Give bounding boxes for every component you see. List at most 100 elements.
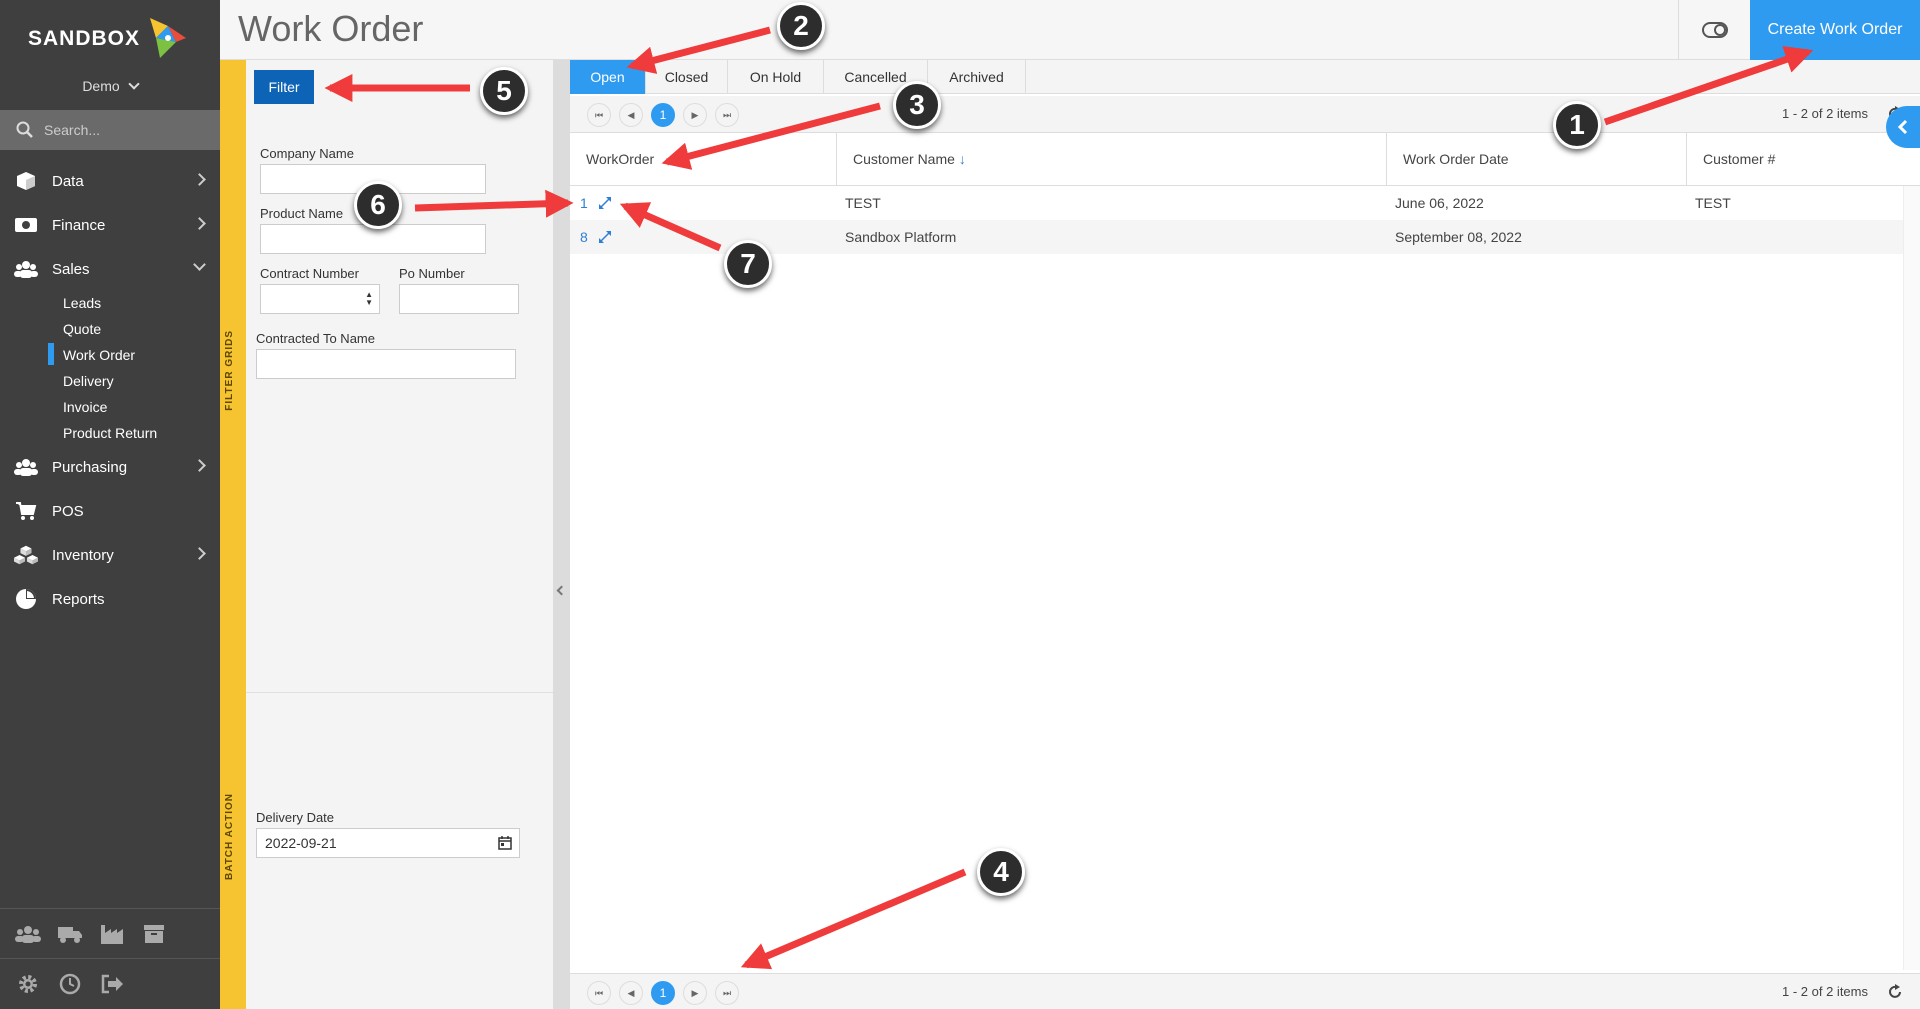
first-page-icon[interactable]: ⏮ [587,981,611,1005]
next-page-icon[interactable]: ▶ [683,981,707,1005]
prev-page-icon[interactable]: ◀ [619,103,643,127]
contract-number-stepper[interactable]: ▲ ▼ [260,284,380,314]
prev-page-icon[interactable]: ◀ [619,981,643,1005]
sandbox-logo-icon [150,18,187,58]
top-pager: ⏮ ◀ 1 ▶ ⏭ 1 - 2 of 2 items [570,96,1920,132]
expand-icon[interactable] [598,230,612,244]
logo[interactable]: SANDBOX [28,14,188,64]
customer-name-cell: Sandbox Platform [845,229,957,245]
sidebar-utility-links [0,958,220,1009]
calendar-icon[interactable] [498,836,512,850]
sidebar-sub-product-return[interactable]: Product Return [63,425,157,441]
search-icon [16,121,33,138]
clock-icon[interactable] [56,970,84,998]
column-header-customer-number[interactable]: Customer # [1687,133,1903,185]
workorder-link[interactable]: 8 [580,229,588,245]
sidebar-item-label: Purchasing [52,458,128,476]
pie-chart-icon [14,588,38,610]
product-name-label: Product Name [260,206,344,221]
users-icon[interactable] [14,920,42,948]
users-icon [14,456,38,478]
sidebar-sub-work-order[interactable]: Work Order [63,347,135,363]
batch-action-strip[interactable]: BATCH ACTION [220,693,246,1009]
gear-icon[interactable] [14,970,42,998]
po-number-field[interactable] [399,284,519,314]
chevron-right-icon [193,173,206,186]
delivery-date-field[interactable]: 2022-09-21 [256,828,520,858]
contracted-to-name-label: Contracted To Name [256,331,375,346]
column-header-work-order-date[interactable]: Work Order Date [1387,133,1687,185]
chevron-left-icon [1897,119,1908,135]
sidebar-item-inventory[interactable]: Inventory [0,533,220,577]
sidebar-item-purchasing[interactable]: Purchasing [0,445,220,489]
page-header: Work Order Create Work Order [220,0,1920,60]
work-order-date-cell: June 06, 2022 [1395,195,1484,211]
sidebar-item-label: Data [52,172,84,190]
table-row[interactable]: 8 Sandbox Platform September 08, 2022 [570,220,1903,254]
tab-archived[interactable]: Archived [928,60,1026,94]
tenant-name: Demo [82,78,120,94]
spinner-arrows-icon[interactable]: ▲ ▼ [365,291,373,307]
sidebar: SANDBOX Demo Search... Data Finance Sale… [0,0,220,1009]
sidebar-item-sales[interactable]: Sales [0,247,220,291]
sidebar-search[interactable]: Search... [0,110,220,150]
panel-divider [246,692,553,693]
chevron-right-icon [193,217,206,230]
customer-name-cell: TEST [845,195,881,211]
view-toggle-button[interactable] [1678,0,1750,60]
sidebar-item-pos[interactable]: POS [0,489,220,533]
sidebar-sub-leads[interactable]: Leads [63,295,101,311]
page-title: Work Order [238,8,424,49]
sidebar-item-label: Inventory [52,546,114,564]
contract-number-label: Contract Number [260,266,359,281]
filter-grids-label: FILTER GRIDS [224,330,235,411]
archive-icon[interactable] [140,920,168,948]
money-icon [14,214,38,236]
filter-grids-strip[interactable]: FILTER GRIDS [220,60,246,693]
sidebar-sub-quote[interactable]: Quote [63,321,101,337]
sort-desc-icon: ↓ [958,151,966,167]
tab-open[interactable]: Open [570,60,646,94]
annotation-badge-7: 7 [724,240,772,288]
next-page-icon[interactable]: ▶ [683,103,707,127]
tab-closed[interactable]: Closed [646,60,728,94]
truck-icon[interactable] [56,920,84,948]
chevron-right-icon [193,547,206,560]
chevron-down-icon [128,78,140,90]
page-number-button[interactable]: 1 [651,981,675,1005]
annotation-badge-6: 6 [354,181,402,229]
sidebar-item-label: POS [52,502,84,520]
side-panel-toggle[interactable] [1886,106,1920,148]
table-row[interactable]: 1 TEST June 06, 2022 TEST [570,186,1903,220]
contracted-to-name-field[interactable] [256,349,516,379]
search-placeholder: Search... [44,122,101,138]
refresh-icon[interactable] [1884,981,1906,1003]
first-page-icon[interactable]: ⏮ [587,103,611,127]
expand-icon[interactable] [598,196,612,210]
column-header-workorder[interactable]: WorkOrder [570,133,837,185]
chevron-left-icon [556,585,567,596]
brand-name: SANDBOX [28,27,141,50]
collapse-filter-handle[interactable] [553,60,570,1009]
sidebar-sub-delivery[interactable]: Delivery [63,373,114,389]
workorder-link[interactable]: 1 [580,195,588,211]
tab-on-hold[interactable]: On Hold [728,60,824,94]
factory-icon[interactable] [98,920,126,948]
column-label: Customer # [1703,151,1776,167]
sidebar-sub-invoice[interactable]: Invoice [63,399,107,415]
cart-icon [14,500,38,522]
sidebar-item-finance[interactable]: Finance [0,203,220,247]
filter-button[interactable]: Filter [254,70,314,104]
sidebar-item-reports[interactable]: Reports [0,577,220,621]
last-page-icon[interactable]: ⏭ [715,103,739,127]
vertical-scrollbar[interactable] [1903,186,1920,970]
create-work-order-button[interactable]: Create Work Order [1750,0,1920,60]
sidebar-item-label: Finance [52,216,106,234]
last-page-icon[interactable]: ⏭ [715,981,739,1005]
page-number-button[interactable]: 1 [651,103,675,127]
sidebar-item-data[interactable]: Data [0,159,220,203]
logout-icon[interactable] [98,970,126,998]
column-header-customer-name[interactable]: Customer Name ↓ [837,133,1387,185]
sidebar-item-label: Reports [52,590,105,608]
tenant-selector[interactable]: Demo [0,78,220,94]
